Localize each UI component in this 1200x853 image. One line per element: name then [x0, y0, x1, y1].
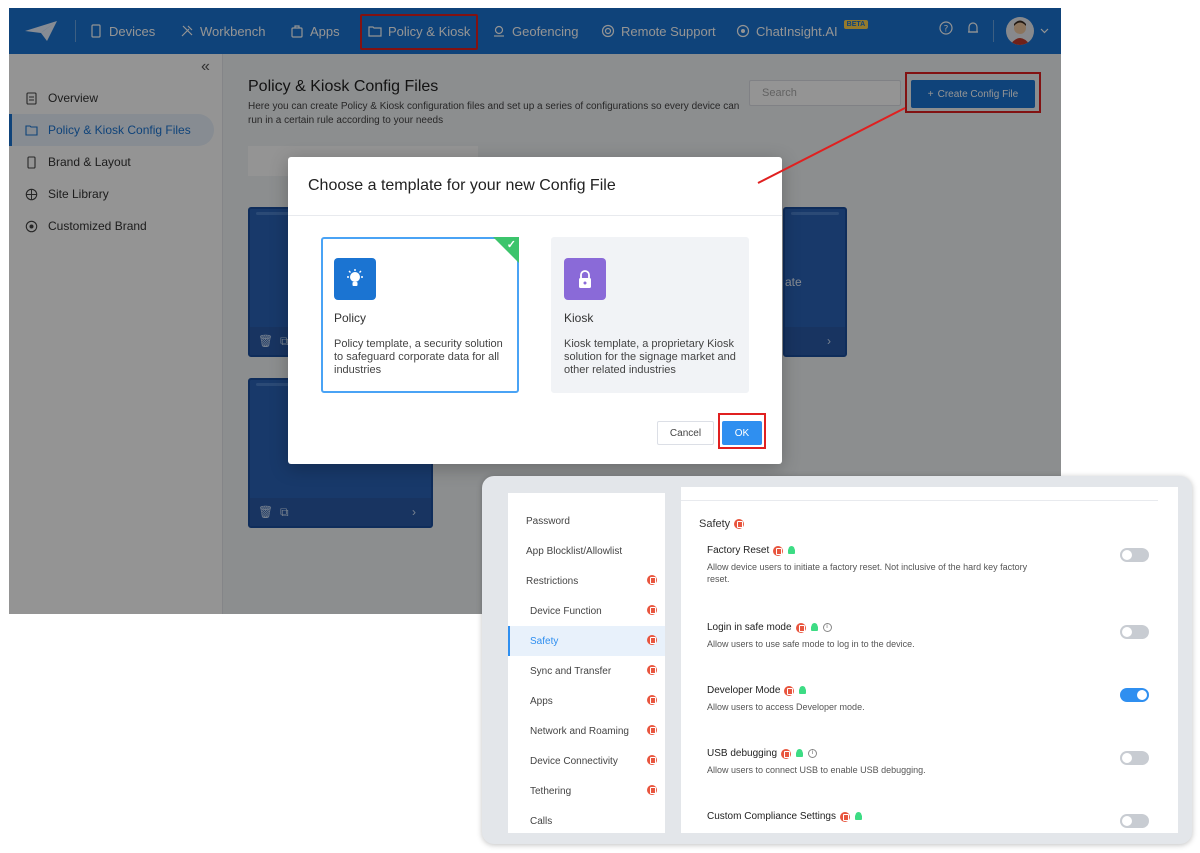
info-icon[interactable]: i	[822, 623, 832, 632]
lightbulb-icon	[334, 258, 376, 300]
menu-item-app-blocklist[interactable]: App Blocklist/Allowlist	[508, 536, 665, 566]
restriction-badge-icon	[647, 575, 657, 585]
section-title: Safety	[699, 518, 745, 530]
menu-item-device-function[interactable]: Device Function	[508, 596, 665, 626]
android-icon	[854, 811, 862, 820]
menu-item-network-roaming[interactable]: Network and Roaming	[508, 716, 665, 746]
menu-item-safety[interactable]: Safety	[508, 626, 665, 656]
template-name: Kiosk	[564, 311, 594, 325]
setting-description: Allow device users to initiate a factory…	[707, 562, 1028, 584]
setting-usb-debugging: USB debugging i Allow users to connect U…	[707, 748, 1147, 776]
menu-item-label: App Blocklist/Allowlist	[526, 545, 623, 557]
setting-factory-reset: Factory Reset Allow device users to init…	[707, 545, 1147, 585]
custom-compliance-toggle[interactable]	[1120, 814, 1149, 828]
restriction-badge-icon	[734, 519, 745, 529]
safety-settings-panel: Safety Factory Reset Allow device users …	[681, 487, 1178, 833]
restriction-badge-icon	[647, 605, 657, 615]
section-title-text: Safety	[699, 518, 731, 530]
restriction-badge-icon	[647, 785, 657, 795]
menu-item-calls[interactable]: Calls	[508, 806, 665, 833]
template-description: Kiosk template, a proprietary Kiosk solu…	[564, 338, 736, 376]
divider	[681, 500, 1158, 501]
restriction-badge-icon	[781, 748, 792, 759]
setting-developer-mode: Developer Mode Allow users to access Dev…	[707, 685, 1147, 713]
restriction-badge-icon	[647, 695, 657, 705]
menu-item-label: Device Connectivity	[530, 755, 618, 767]
setting-description: Allow users to access Developer mode.	[707, 702, 865, 712]
setting-description: Allow users to use safe mode to log in t…	[707, 639, 915, 649]
restriction-badge-icon	[647, 635, 657, 645]
setting-name: Developer Mode	[707, 685, 781, 696]
setting-name: Custom Compliance Settings	[707, 811, 836, 822]
menu-item-label: Calls	[530, 815, 553, 827]
menu-item-label: Tethering	[530, 785, 572, 797]
kiosk-template-option[interactable]: Kiosk Kiosk template, a proprietary Kios…	[551, 237, 749, 393]
android-icon	[788, 545, 796, 554]
restriction-badge-icon	[647, 665, 657, 675]
setting-login-safe-mode: Login in safe mode i Allow users to use …	[707, 622, 1147, 650]
menu-item-tethering[interactable]: Tethering	[508, 776, 665, 806]
restriction-badge-icon	[773, 545, 784, 556]
template-name: Policy	[334, 311, 367, 325]
menu-item-label: Network and Roaming	[530, 725, 629, 737]
menu-item-password[interactable]: Password	[508, 506, 665, 536]
restrictions-menu: Password App Blocklist/Allowlist Restric…	[508, 493, 665, 833]
lock-icon	[564, 258, 606, 300]
setting-name: USB debugging	[707, 748, 778, 759]
template-description: Policy template, a security solution to …	[334, 338, 503, 376]
menu-item-label: Apps	[530, 695, 553, 707]
login-safe-mode-toggle[interactable]	[1120, 625, 1149, 639]
choose-template-dialog: Choose a template for your new Config Fi…	[288, 157, 782, 464]
restriction-badge-icon	[647, 755, 657, 765]
annotation-highlight-box	[718, 413, 766, 449]
android-icon	[796, 748, 804, 757]
menu-item-restrictions[interactable]: Restrictions	[508, 566, 665, 596]
developer-mode-toggle[interactable]	[1120, 688, 1149, 702]
menu-item-device-connectivity[interactable]: Device Connectivity	[508, 746, 665, 776]
checkmark-icon: ✓	[506, 239, 516, 251]
restriction-badge-icon	[839, 811, 850, 822]
android-icon	[799, 685, 807, 694]
menu-item-label: Device Function	[530, 605, 602, 617]
menu-item-label: Safety	[530, 635, 559, 647]
divider	[288, 215, 782, 216]
setting-name: Factory Reset	[707, 545, 770, 556]
usb-debugging-toggle[interactable]	[1120, 751, 1149, 765]
menu-item-label: Restrictions	[526, 575, 579, 587]
android-icon	[810, 622, 818, 631]
cancel-button[interactable]: Cancel	[657, 421, 714, 445]
menu-item-label: Sync and Transfer	[530, 665, 612, 677]
restriction-badge-icon	[647, 725, 657, 735]
restriction-badge-icon	[795, 622, 806, 633]
restrictions-settings-inset: Password App Blocklist/Allowlist Restric…	[482, 476, 1192, 844]
menu-item-sync-transfer[interactable]: Sync and Transfer	[508, 656, 665, 686]
policy-template-option[interactable]: ✓ Policy Policy template, a security sol…	[321, 237, 519, 393]
menu-item-label: Password	[526, 515, 570, 527]
setting-description: Allow users to connect USB to enable USB…	[707, 765, 926, 775]
setting-name: Login in safe mode	[707, 622, 792, 633]
factory-reset-toggle[interactable]	[1120, 548, 1149, 562]
dialog-title: Choose a template for your new Config Fi…	[308, 177, 616, 194]
info-icon[interactable]: i	[808, 749, 818, 758]
restriction-badge-icon	[784, 685, 795, 696]
menu-item-apps[interactable]: Apps	[508, 686, 665, 716]
setting-custom-compliance: Custom Compliance Settings	[707, 811, 1147, 822]
